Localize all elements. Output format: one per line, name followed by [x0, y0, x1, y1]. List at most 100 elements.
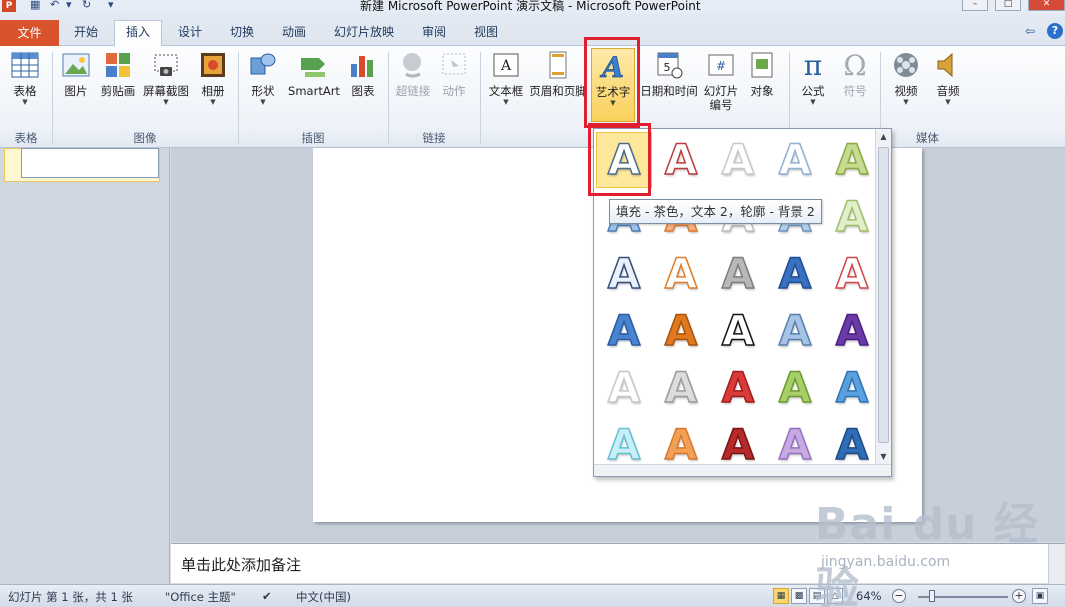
slide-thumbnail[interactable]	[21, 148, 159, 178]
slide-sorter-icon[interactable]: ▩	[791, 588, 807, 604]
audio-button[interactable]: 音频 ▼	[928, 50, 968, 107]
smartart-button[interactable]: SmartArt	[286, 50, 342, 98]
wordart-style-option[interactable]: A	[825, 133, 879, 187]
scroll-thumb[interactable]	[878, 147, 889, 443]
table-button[interactable]: 表格 ▼	[5, 50, 45, 107]
help-icon[interactable]: ?	[1047, 23, 1063, 39]
slide-number-button[interactable]: # 幻灯片 编号	[700, 50, 742, 112]
shapes-button[interactable]: 形状 ▼	[244, 50, 282, 107]
video-icon	[894, 53, 918, 77]
group-label-illustrations: 插图	[301, 131, 325, 145]
svg-text:#: #	[716, 59, 726, 73]
picture-button[interactable]: 图片	[58, 50, 94, 98]
undo-icon[interactable]: ↶	[50, 0, 59, 11]
wordart-style-option[interactable]: A	[768, 304, 822, 358]
screenshot-button[interactable]: 屏幕截图 ▼	[141, 50, 191, 107]
spell-check-icon[interactable]: ✔	[262, 589, 272, 603]
tab-transitions[interactable]: 切换	[218, 21, 266, 45]
equation-button[interactable]: π 公式 ▼	[795, 50, 831, 107]
video-button[interactable]: 视频 ▼	[886, 50, 926, 107]
undo-dropdown-icon[interactable]: ▾	[66, 0, 72, 11]
picture-label: 图片	[64, 84, 88, 98]
textbox-button[interactable]: A 文本框 ▼	[486, 50, 526, 107]
watermark-url: jingyan.baidu.com	[821, 554, 951, 570]
video-label: 视频	[894, 84, 918, 98]
gallery-scrollbar[interactable]: ▲ ▼	[875, 129, 891, 465]
wordart-style-option[interactable]: A	[711, 247, 765, 301]
group-separator	[480, 52, 481, 144]
wordart-style-option[interactable]: A	[711, 361, 765, 415]
wordart-style-option[interactable]: A	[597, 361, 651, 415]
tab-insert[interactable]: 插入	[114, 20, 162, 46]
wordart-style-option[interactable]: A	[825, 247, 879, 301]
hyperlink-button[interactable]: 超链接	[393, 50, 433, 98]
tab-design[interactable]: 设计	[166, 21, 214, 45]
wordart-style-option[interactable]: A	[711, 304, 765, 358]
textbox-icon: A	[493, 53, 519, 77]
date-time-button[interactable]: 5 日期和时间	[640, 50, 698, 98]
selected-style-highlight-box	[588, 123, 651, 196]
wordart-style-option[interactable]: A	[825, 361, 879, 415]
theme-status: "Office 主题"	[165, 590, 236, 604]
language-status[interactable]: 中文(中国)	[296, 589, 351, 605]
photo-album-icon	[201, 53, 225, 77]
slide-number-icon: #	[708, 54, 734, 76]
screenshot-label: 屏幕截图	[143, 84, 189, 98]
wordart-style-option[interactable]: A	[597, 247, 651, 301]
table-label: 表格	[13, 84, 37, 98]
symbol-icon: Ω	[843, 50, 866, 80]
customize-quick-access-icon[interactable]: ▾	[108, 0, 114, 11]
group-label-media: 媒体	[916, 131, 939, 145]
wordart-style-option[interactable]: A	[768, 361, 822, 415]
wordart-style-option[interactable]: A	[825, 190, 879, 244]
normal-view-icon[interactable]: ▦	[773, 588, 789, 604]
textbox-label: 文本框	[488, 84, 524, 98]
redo-icon[interactable]: ↻	[82, 0, 91, 11]
action-button[interactable]: 动作	[436, 50, 472, 98]
slide-number-label: 幻灯片	[703, 84, 739, 98]
ribbon-tab-bar: 文件 开始 插入 设计 切换 动画 幻灯片放映 审阅 视图 ⇦ ?	[0, 14, 1065, 46]
header-footer-button[interactable]: 页眉和页脚	[528, 50, 588, 98]
close-button[interactable]: ✕	[1028, 0, 1065, 11]
notes-placeholder[interactable]: 单击此处添加备注	[181, 554, 301, 575]
wordart-style-option[interactable]: A	[768, 133, 822, 187]
minimize-button[interactable]: –	[962, 0, 988, 11]
minimize-ribbon-icon[interactable]: ⇦	[1025, 24, 1035, 38]
notes-scrollbar[interactable]	[1048, 544, 1065, 584]
scroll-up-icon[interactable]: ▲	[877, 130, 890, 144]
chart-button[interactable]: 图表	[345, 50, 381, 98]
wordart-style-option[interactable]: A	[654, 304, 708, 358]
clipart-button[interactable]: 剪贴画	[97, 50, 139, 98]
tab-animations[interactable]: 动画	[270, 21, 318, 45]
picture-icon	[62, 53, 90, 77]
tab-file[interactable]: 文件	[0, 20, 59, 46]
equation-label: 公式	[801, 84, 825, 98]
wordart-style-option[interactable]: A	[654, 133, 708, 187]
baidu-watermark: Bai du 经验 jingyan.baidu.com	[815, 488, 1045, 607]
wordart-style-option[interactable]: A	[768, 247, 822, 301]
scroll-down-icon[interactable]: ▼	[877, 450, 890, 464]
object-button[interactable]: 对象	[744, 50, 780, 98]
wordart-highlight-box	[584, 37, 640, 128]
slide-count-status: 幻灯片 第 1 张，共 1 张	[8, 590, 133, 604]
wordart-style-option[interactable]: A	[654, 361, 708, 415]
symbol-button[interactable]: Ω 符号	[837, 50, 873, 98]
photo-album-dropdown-icon: ▼	[210, 98, 216, 106]
svg-text:5: 5	[664, 61, 671, 74]
svg-text:π: π	[804, 50, 822, 80]
wordart-style-option[interactable]: A	[654, 247, 708, 301]
wordart-style-option[interactable]: A	[711, 133, 765, 187]
tab-home[interactable]: 开始	[62, 21, 110, 45]
tab-view[interactable]: 视图	[462, 21, 510, 45]
wordart-style-option[interactable]: A	[825, 304, 879, 358]
chart-icon	[351, 56, 373, 77]
wordart-style-option[interactable]: A	[597, 304, 651, 358]
save-icon[interactable]: ▦	[30, 0, 40, 11]
photo-album-button[interactable]: 相册 ▼	[194, 50, 232, 107]
tab-review[interactable]: 审阅	[410, 21, 458, 45]
tab-slideshow[interactable]: 幻灯片放映	[326, 21, 402, 45]
date-time-label: 日期和时间	[640, 84, 698, 98]
maximize-button[interactable]: □	[995, 0, 1021, 11]
resize-grip[interactable]	[594, 464, 891, 476]
audio-icon	[937, 52, 953, 78]
